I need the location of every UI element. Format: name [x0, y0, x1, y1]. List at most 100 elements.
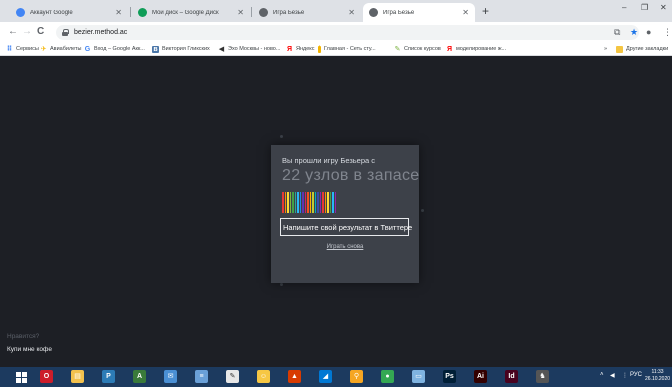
buy-coffee-link[interactable]: Купи мне кофе [7, 346, 52, 353]
close-icon[interactable]: ✕ [237, 8, 244, 17]
node-bar [322, 192, 324, 213]
close-icon[interactable]: ✕ [462, 8, 469, 17]
clock-date: 26.10.2020 [645, 376, 671, 382]
bookmark-label: Вход – Google Акк... [94, 46, 145, 52]
path-node [421, 209, 424, 212]
bookmark-item[interactable]: | Главная - Сеть сту... [318, 44, 376, 54]
bookmark-label: Виктория Гликских [162, 46, 210, 52]
new-tab-button[interactable]: + [482, 4, 489, 18]
forward-button[interactable]: → [22, 26, 32, 38]
node-bar [319, 192, 321, 213]
node-bar [307, 192, 309, 213]
translate-icon[interactable]: ⧉ [614, 27, 620, 38]
other-bookmarks-label: Другие закладки [626, 46, 669, 52]
close-window-button[interactable]: ✕ [660, 3, 667, 12]
close-icon[interactable]: ✕ [348, 8, 355, 17]
node-bar [309, 192, 311, 213]
profile-avatar-icon[interactable]: ● [646, 27, 651, 37]
tab-google-account[interactable]: Аккаунт Google ✕ [10, 3, 128, 22]
bookmark-item[interactable]: G Вход – Google Акк... [84, 44, 145, 54]
node-bar [302, 192, 304, 213]
bookmark-item[interactable]: в Виктория Гликских [152, 44, 210, 54]
illustrator-app-icon[interactable]: Ai [474, 370, 487, 383]
path-node [280, 135, 283, 138]
explorer-app-icon[interactable]: ▤ [71, 370, 84, 383]
windows-start-icon[interactable] [16, 372, 27, 383]
menu-dots-icon[interactable]: ⋮ [663, 27, 672, 38]
node-bar [329, 192, 331, 213]
publisher-app-icon[interactable]: P [102, 370, 115, 383]
input-language[interactable]: РУС [630, 372, 642, 378]
play-again-link[interactable]: Играть снова [271, 244, 419, 250]
node-bar [334, 192, 336, 213]
smile-app-icon[interactable]: ☺ [257, 370, 270, 383]
reload-button[interactable]: C [37, 26, 44, 38]
word-doc-app-icon[interactable]: ≡ [195, 370, 208, 383]
tab-title: Игра Безье [383, 9, 415, 16]
bookmark-item[interactable]: ✈ Авиабилеты [40, 44, 82, 54]
browser-toolbar: ← → C bezier.method.ac ⧉ ★ ● ⋮ [0, 22, 672, 42]
bookmark-label: моделирование ж... [456, 46, 507, 52]
screen-app-icon[interactable]: ▭ [412, 370, 425, 383]
bookmark-label: Яндекс [296, 46, 315, 52]
bookmark-label: Список курсов [404, 46, 441, 52]
tab-bezier-game-active[interactable]: Игра Безье ✕ [363, 3, 475, 22]
paint-app-icon[interactable]: ✎ [226, 370, 239, 383]
sponsor-question: Нравится? [7, 333, 40, 340]
bookmarks-more-button[interactable]: » [604, 44, 607, 54]
yandex-icon: Я [286, 45, 293, 53]
search-app-icon[interactable]: ⚲ [350, 370, 363, 383]
volume-icon[interactable]: ◀ [610, 372, 615, 379]
acrobat-app-icon[interactable]: ▲ [288, 370, 301, 383]
bookmark-item[interactable]: ◀ Эхо Москвы - ново... [218, 44, 281, 54]
clock-time: 11:33 [651, 369, 664, 375]
node-bar [299, 192, 301, 213]
minimize-button[interactable]: – [622, 3, 626, 12]
network-icon: | [318, 45, 321, 53]
vk-icon: в [152, 45, 159, 53]
path-node [280, 283, 283, 286]
tab-strip: Аккаунт Google ✕ Мой диск – Google Диск … [0, 0, 672, 22]
bookmark-item[interactable]: Я Яндекс [286, 44, 315, 54]
back-button[interactable]: ← [8, 26, 18, 38]
chrome-app-icon[interactable]: ● [381, 370, 394, 383]
photoshop-app-icon[interactable]: Ps [443, 370, 456, 383]
tweet-result-button[interactable]: Напишите свой результат в Твиттере [280, 218, 412, 236]
opera-app-icon[interactable]: O [40, 370, 53, 383]
tab-title: Мой диск – Google Диск [152, 9, 219, 16]
tab-google-drive[interactable]: Мой диск – Google Диск ✕ [132, 3, 250, 22]
address-bar[interactable]: bezier.method.ac [56, 25, 639, 40]
result-subtitle: Вы прошли игру Безьера с [282, 156, 376, 165]
bookmark-item[interactable]: ✎ Список курсов [394, 44, 441, 54]
folder-icon [616, 45, 623, 53]
game-app-icon[interactable]: ♞ [536, 370, 549, 383]
url-text[interactable]: bezier.method.ac [74, 29, 127, 36]
other-bookmarks-folder[interactable]: Другие закладки [616, 44, 668, 54]
node-bar [297, 192, 299, 213]
bookmark-item[interactable]: Я моделирование ж... [446, 44, 506, 54]
plane-icon: ✈ [40, 45, 47, 53]
network-icon[interactable]: ⋮ [622, 372, 628, 379]
system-clock[interactable]: 11:33 26.10.2020 [645, 369, 670, 383]
node-bar [314, 192, 316, 213]
bookmark-label: Эхо Москвы - ново... [228, 46, 281, 52]
results-dialog: Вы прошли игру Безьера с 22 узлов в запа… [271, 145, 419, 283]
tray-arrow-icon[interactable]: ˄ [600, 372, 604, 378]
bookmark-star-icon[interactable]: ★ [630, 27, 638, 38]
apps-icon: ⠿ [6, 45, 13, 53]
azure-app-icon[interactable]: ◢ [319, 370, 332, 383]
access-app-icon[interactable]: A [133, 370, 146, 383]
lock-icon[interactable] [62, 29, 69, 36]
node-bar [317, 192, 319, 213]
result-headline: 22 узлов в запасе [282, 167, 420, 184]
globe-icon [259, 8, 268, 17]
node-bar [289, 192, 291, 213]
bookmarks-bar: ⠿ Сервисы ✈ Авиабилеты G Вход – Google А… [0, 42, 672, 56]
tab-bezier-game[interactable]: Игра Безье ✕ [253, 3, 361, 22]
game-canvas[interactable]: Вы прошли игру Безьера с 22 узлов в запа… [0, 57, 672, 367]
bookmark-item[interactable]: ⠿ Сервисы [6, 44, 39, 54]
mail-app-icon[interactable]: ✉ [164, 370, 177, 383]
close-icon[interactable]: ✕ [115, 8, 122, 17]
indesign-app-icon[interactable]: Id [505, 370, 518, 383]
maximize-button[interactable]: ❐ [641, 3, 648, 12]
